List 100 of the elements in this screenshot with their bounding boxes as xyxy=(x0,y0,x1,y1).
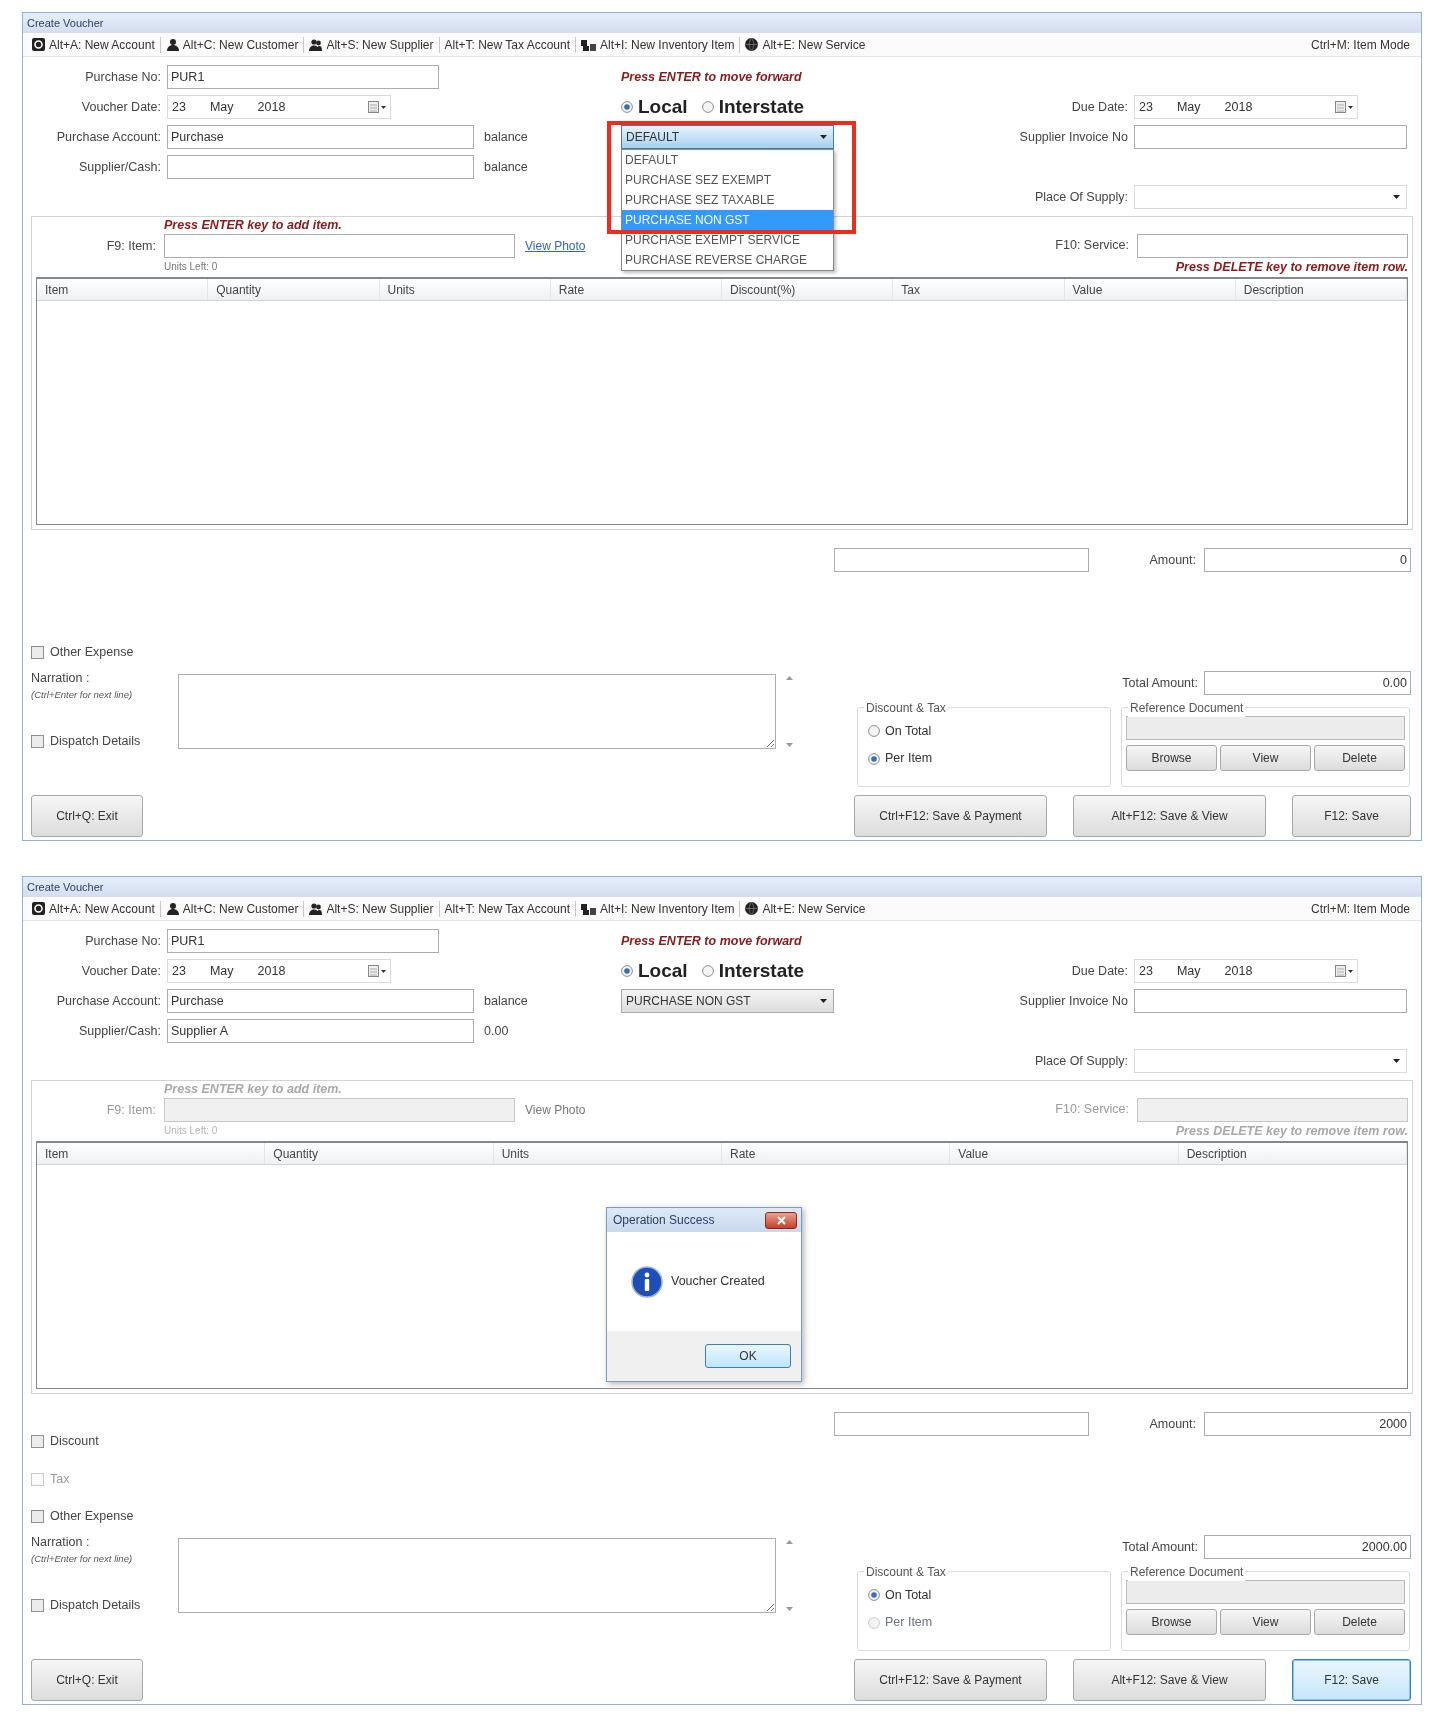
field-label: Supplier Invoice No xyxy=(1019,992,1128,1010)
text-field[interactable] xyxy=(1134,989,1407,1013)
dropdown-option[interactable]: PURCHASE REVERSE CHARGE xyxy=(622,250,833,270)
checkbox-icon[interactable] xyxy=(31,646,44,660)
text-field[interactable] xyxy=(834,1412,1090,1436)
dropdown[interactable] xyxy=(1134,1049,1407,1073)
radio-icon[interactable] xyxy=(621,965,633,977)
toolbar-button[interactable]: Alt+C: New Customer xyxy=(160,35,304,54)
document-button[interactable]: Delete xyxy=(1314,745,1405,771)
document-button[interactable]: Browse xyxy=(1126,1609,1217,1635)
dropdown-option[interactable]: PURCHASE SEZ TAXABLE xyxy=(622,190,833,210)
save-button[interactable]: Ctrl+F12: Save & Payment xyxy=(854,1659,1047,1701)
view-photo-link[interactable]: View Photo xyxy=(525,1101,586,1119)
checkbox-icon[interactable] xyxy=(31,1435,44,1448)
dropdown-option[interactable]: PURCHASE SEZ EXEMPT xyxy=(622,170,833,190)
text-field[interactable]: PUR1 xyxy=(167,65,439,89)
dropdown[interactable]: DEFAULT xyxy=(621,125,834,149)
radio-option[interactable]: On Total xyxy=(868,722,932,741)
checkbox-icon[interactable] xyxy=(31,1598,44,1612)
service-field[interactable] xyxy=(1137,233,1408,258)
amount-field[interactable]: 2000 xyxy=(1204,1412,1411,1436)
exit-button[interactable]: Ctrl+Q: Exit xyxy=(31,1659,143,1701)
dropdown-option[interactable]: DEFAULT xyxy=(622,150,833,170)
dropdown-option[interactable]: PURCHASE EXEMPT SERVICE xyxy=(622,230,833,250)
save-button[interactable]: F12: Save xyxy=(1292,1659,1411,1701)
radio-icon[interactable] xyxy=(868,752,880,765)
radio-icon[interactable] xyxy=(701,101,714,113)
field-label: Supplier/Cash: xyxy=(78,1022,161,1040)
close-button[interactable] xyxy=(765,1211,797,1229)
narration-field[interactable] xyxy=(178,1538,776,1613)
save-button[interactable]: Ctrl+F12: Save & Payment xyxy=(854,795,1047,837)
document-field[interactable] xyxy=(1126,1580,1405,1604)
text-field[interactable] xyxy=(834,548,1090,572)
radio-icon[interactable] xyxy=(621,101,633,113)
toolbar-button[interactable]: Alt+E: New Service xyxy=(740,899,871,918)
text-field[interactable]: Purchase xyxy=(167,125,474,149)
balance-text: balance xyxy=(484,128,528,146)
document-button[interactable]: View xyxy=(1220,1609,1311,1635)
toolbar-button[interactable]: Alt+E: New Service xyxy=(740,35,871,54)
checkbox[interactable]: Other Expense xyxy=(31,643,134,663)
save-button[interactable]: F12: Save xyxy=(1292,795,1411,837)
date-field[interactable]: 23 May 2018 xyxy=(167,959,391,983)
save-button[interactable]: Alt+F12: Save & View xyxy=(1073,1659,1266,1701)
save-button[interactable]: Alt+F12: Save & View xyxy=(1073,795,1266,837)
hint-text: (Ctrl+Enter for next line) xyxy=(31,687,134,702)
item-field[interactable] xyxy=(164,234,515,258)
toolbar-button[interactable]: Alt+A: New Account xyxy=(27,35,160,54)
checkbox[interactable]: Dispatch Details xyxy=(31,1596,141,1615)
field-label: Purchase Account: xyxy=(55,992,161,1010)
checkbox[interactable]: Dispatch Details xyxy=(31,732,141,751)
radio-option[interactable]: Per Item xyxy=(868,749,933,768)
field-label: F9: Item: xyxy=(105,1101,156,1119)
text-field[interactable] xyxy=(1134,125,1407,149)
toolbar-button[interactable]: Alt+C: New Customer xyxy=(160,899,304,918)
date-field[interactable]: 23 May 2018 xyxy=(1134,959,1358,983)
toolbar-button[interactable]: Alt+S: New Supplier xyxy=(304,35,439,54)
toolbar-button[interactable]: Ctrl+M: Item Mode xyxy=(1305,35,1415,54)
radio-option[interactable]: Interstate xyxy=(701,92,805,122)
amount-field[interactable]: 0 xyxy=(1204,548,1411,572)
toolbar-button[interactable]: Alt+I: New Inventory Item xyxy=(576,899,740,918)
radio-option[interactable]: Local xyxy=(621,92,688,122)
toolbar-button[interactable]: Ctrl+M: Item Mode xyxy=(1305,899,1415,918)
view-photo-link[interactable]: View Photo xyxy=(525,237,586,255)
scroll-down-icon xyxy=(785,743,793,747)
date-field[interactable]: 23 May 2018 xyxy=(1134,95,1358,119)
total-field[interactable]: 2000.00 xyxy=(1204,1535,1411,1559)
date-field[interactable]: 23 May 2018 xyxy=(167,95,391,119)
checkbox[interactable]: Other Expense xyxy=(31,1507,134,1527)
toolbar-button[interactable]: Alt+T: New Tax Account xyxy=(439,899,575,918)
checkbox-icon[interactable] xyxy=(31,734,44,748)
radio-option[interactable]: Interstate xyxy=(701,956,805,986)
checkbox[interactable]: Discount xyxy=(31,1432,99,1451)
toolbar-button[interactable]: Alt+S: New Supplier xyxy=(304,899,439,918)
field-label: F9: Item: xyxy=(105,237,156,255)
radio-option[interactable]: On Total xyxy=(868,1586,932,1605)
text-field[interactable]: PUR1 xyxy=(167,929,439,953)
text-field[interactable] xyxy=(167,155,474,179)
toolbar-button[interactable]: Alt+I: New Inventory Item xyxy=(576,35,740,54)
document-field[interactable] xyxy=(1126,716,1405,740)
radio-icon[interactable] xyxy=(868,1589,880,1602)
checkbox-icon[interactable] xyxy=(31,1510,44,1524)
narration-field[interactable] xyxy=(178,674,776,749)
toolbar-button[interactable]: Alt+A: New Account xyxy=(27,899,160,918)
radio-icon[interactable] xyxy=(868,725,880,738)
total-field[interactable]: 0.00 xyxy=(1204,671,1411,695)
field-label: Total Amount: xyxy=(1122,674,1198,692)
radio-icon[interactable] xyxy=(701,965,714,977)
dropdown[interactable] xyxy=(1134,185,1407,209)
radio-option[interactable]: Local xyxy=(621,956,688,986)
document-button[interactable]: Browse xyxy=(1126,745,1217,771)
field-label: Amount: xyxy=(1149,551,1196,569)
scroll-up-icon xyxy=(785,676,793,680)
document-button[interactable]: Delete xyxy=(1314,1609,1405,1635)
text-field[interactable]: Supplier A xyxy=(167,1019,474,1043)
ok-button[interactable]: OK xyxy=(705,1344,791,1368)
toolbar-button[interactable]: Alt+T: New Tax Account xyxy=(439,35,575,54)
document-button[interactable]: View xyxy=(1220,745,1311,771)
exit-button[interactable]: Ctrl+Q: Exit xyxy=(31,795,143,837)
text-field[interactable]: Purchase xyxy=(167,989,474,1013)
dropdown[interactable]: PURCHASE NON GST xyxy=(621,989,834,1013)
